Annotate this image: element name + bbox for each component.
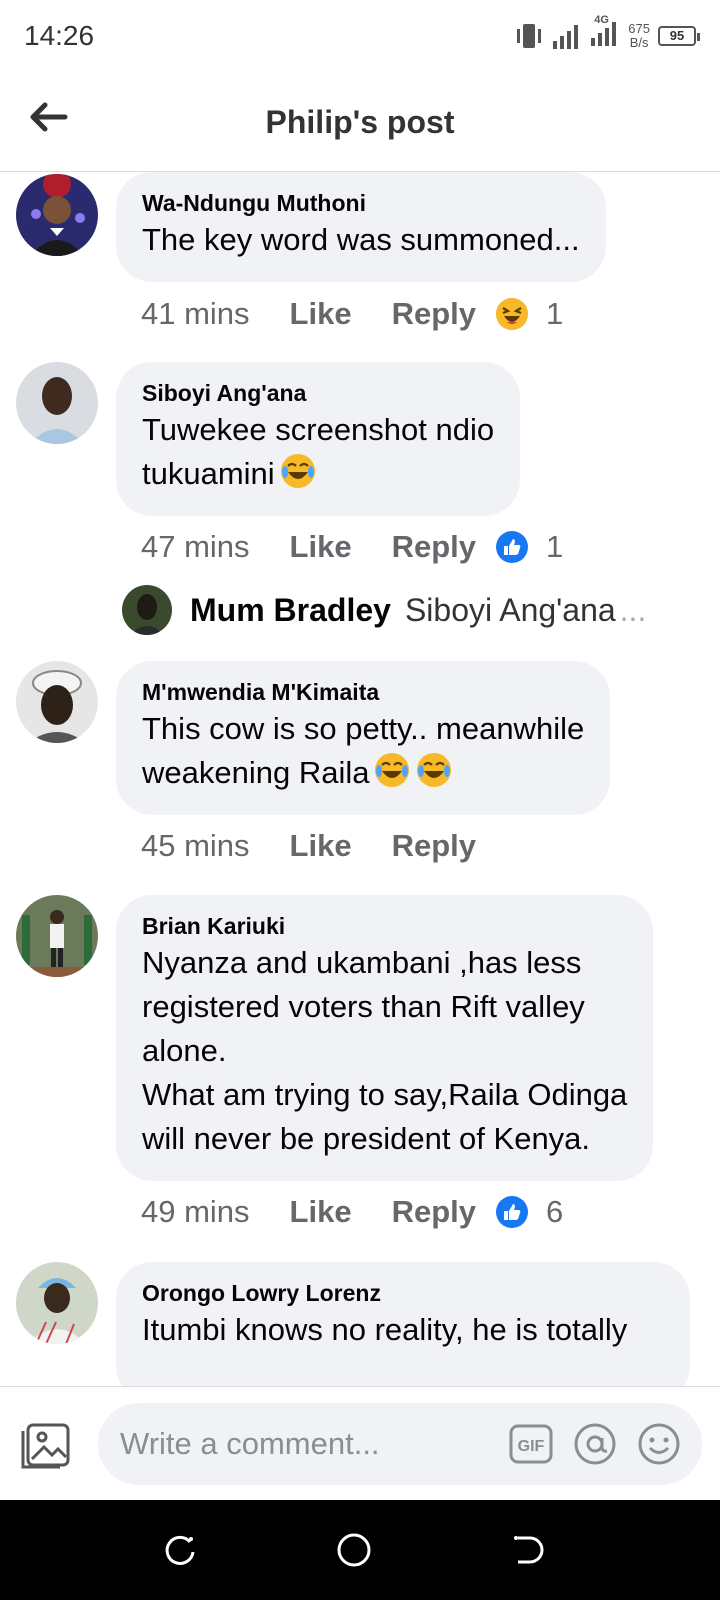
comment-text: Tuwekee screenshot ndio tukuamini: [142, 408, 494, 496]
comments-feed[interactable]: Wa-Ndungu Muthoni The key word was summo…: [0, 172, 720, 1386]
reply-more: ...: [619, 591, 647, 628]
avatar[interactable]: [16, 362, 98, 444]
signal-icon: [553, 24, 579, 49]
system-nav-bar: [0, 1500, 720, 1600]
like-button[interactable]: Like: [290, 828, 352, 864]
comment-actions: 47 mins Like Reply 1: [141, 529, 563, 565]
home-button[interactable]: [334, 1530, 374, 1570]
comment-time[interactable]: 41 mins: [141, 296, 250, 332]
avatar[interactable]: [16, 661, 98, 743]
speed-value: 675: [628, 20, 650, 36]
comment-text: The key word was summoned...: [142, 222, 580, 257]
reply-button[interactable]: Reply: [392, 296, 476, 332]
avatar[interactable]: [16, 174, 98, 256]
mention-button[interactable]: [572, 1421, 618, 1467]
status-icons: 4G 675 B/s 95: [514, 14, 700, 51]
comment-input-placeholder: Write a comment...: [120, 1426, 380, 1461]
reaction-count[interactable]: 1: [546, 529, 563, 565]
reply-text: Siboyi Ang'ana: [404, 591, 616, 628]
gif-button[interactable]: GIF: [508, 1421, 554, 1467]
emoji-button[interactable]: [636, 1421, 682, 1467]
reaction-count[interactable]: 1: [546, 296, 563, 332]
comment-actions: 45 mins Like Reply: [141, 828, 496, 864]
comment-composer: Write a comment... GIF: [0, 1386, 720, 1500]
gif-label: GIF: [518, 1438, 545, 1455]
like-thumbs-up-icon[interactable]: [496, 531, 528, 563]
tears-of-joy-emoji-icon: [280, 454, 315, 488]
comment-text: Itumbi knows no reality, he is totally: [142, 1312, 628, 1347]
header: Philip's post: [0, 76, 720, 172]
comment-input[interactable]: Write a comment... GIF: [98, 1403, 702, 1485]
avatar[interactable]: [16, 895, 98, 977]
reaction-count[interactable]: 6: [546, 1194, 563, 1230]
recents-icon: [165, 1535, 195, 1565]
comment-text: This cow is so petty.. meanwhile weakeni…: [142, 707, 584, 795]
network-speed: 675 B/s: [628, 20, 650, 50]
network-type: 4G: [594, 14, 609, 26]
comment-author[interactable]: Brian Kariuki: [142, 911, 627, 941]
at-sign-icon: [574, 1423, 616, 1465]
status-bar: 14:26 4G 675 B/s 95: [0, 0, 720, 76]
back-nav-button[interactable]: [508, 1530, 548, 1570]
like-button[interactable]: Like: [290, 529, 352, 565]
comment-bubble[interactable]: M'mwendia M'Kimaita This cow is so petty…: [116, 661, 611, 815]
like-button[interactable]: Like: [290, 1194, 352, 1230]
tears-of-joy-emoji-icon: [417, 753, 452, 787]
comment-author[interactable]: Wa-Ndungu Muthoni: [142, 188, 580, 218]
battery-indicator: 95: [658, 25, 700, 46]
smiley-icon: [638, 1423, 680, 1465]
status-time: 14:26: [24, 20, 95, 51]
avatar[interactable]: [122, 585, 172, 635]
comment-text-content: Tuwekee screenshot ndio tukuamini: [142, 412, 495, 491]
reply-button[interactable]: Reply: [392, 529, 476, 565]
image-icon: [21, 1423, 70, 1469]
reply-button[interactable]: Reply: [392, 828, 476, 864]
back-nav-icon: [514, 1536, 544, 1564]
recents-button[interactable]: [160, 1530, 200, 1570]
vibrate-icon: [517, 23, 542, 48]
comment-text: Nyanza and ukambani ,has less registered…: [142, 945, 628, 1156]
speed-unit: B/s: [629, 34, 649, 50]
comment-bubble[interactable]: Orongo Lowry Lorenz Itumbi knows no real…: [116, 1262, 690, 1386]
signal-4g: 4G: [590, 14, 620, 51]
comment-author[interactable]: M'mwendia M'Kimaita: [142, 677, 584, 707]
reply-author[interactable]: Mum Bradley: [190, 592, 391, 629]
home-circle-icon: [337, 1533, 371, 1567]
comment-actions: 49 mins Like Reply 6: [141, 1194, 563, 1230]
comment-actions: 41 mins Like Reply 1: [141, 296, 563, 332]
comment-bubble[interactable]: Brian Kariuki Nyanza and ukambani ,has l…: [116, 895, 654, 1181]
comment-author[interactable]: Siboyi Ang'ana: [142, 378, 494, 408]
like-button[interactable]: Like: [290, 296, 352, 332]
comment-bubble[interactable]: Siboyi Ang'ana Tuwekee screenshot ndio t…: [116, 362, 521, 516]
reply-button[interactable]: Reply: [392, 1194, 476, 1230]
page-title: Philip's post: [265, 104, 455, 140]
comment-author[interactable]: Orongo Lowry Lorenz: [142, 1278, 664, 1308]
comment-bubble[interactable]: Wa-Ndungu Muthoni The key word was summo…: [116, 172, 606, 282]
photo-button[interactable]: [20, 1417, 74, 1471]
avatar[interactable]: [16, 1262, 98, 1344]
laughing-squint-emoji-icon[interactable]: [496, 298, 528, 330]
reply-preview[interactable]: Mum Bradley Siboyi Ang'ana ...: [122, 585, 646, 635]
gif-icon: GIF: [509, 1424, 553, 1464]
like-thumbs-up-icon[interactable]: [496, 1196, 528, 1228]
comment-text-content: This cow is so petty.. meanwhile weakeni…: [142, 711, 585, 790]
comment-time[interactable]: 49 mins: [141, 1194, 250, 1230]
comment-time[interactable]: 45 mins: [141, 828, 250, 864]
comment-time[interactable]: 47 mins: [141, 529, 250, 565]
composer-icons: GIF: [508, 1421, 682, 1467]
tears-of-joy-emoji-icon: [375, 753, 410, 787]
